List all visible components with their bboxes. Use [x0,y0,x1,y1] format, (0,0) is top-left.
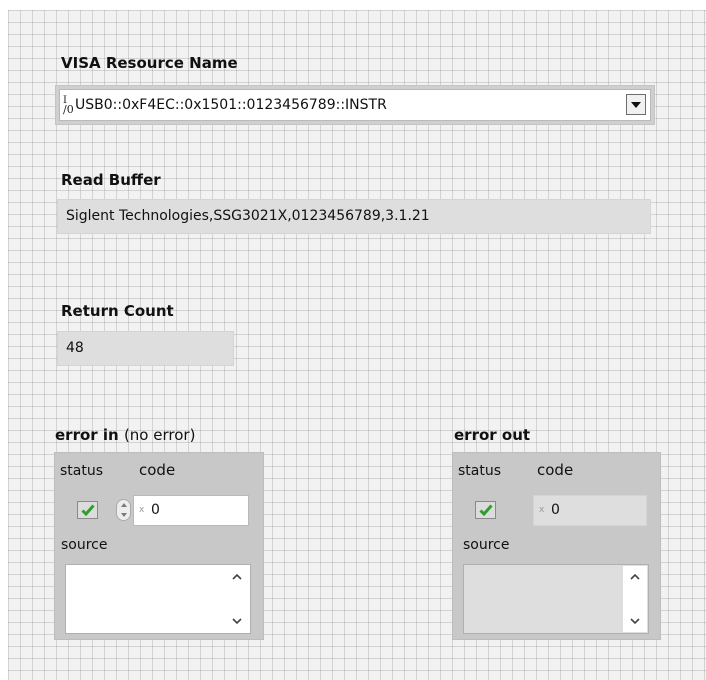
visa-resource-control[interactable]: I/0 USB0::0xF4EC::0x1501::0123456789::IN… [59,89,651,121]
visa-resource-value: USB0::0xF4EC::0x1501::0123456789::INSTR [75,97,387,113]
scroll-up-icon[interactable] [623,567,647,587]
scroll-up-icon[interactable] [225,567,249,587]
scroll-down-icon[interactable] [225,611,249,631]
spinner-arrows-icon [120,503,127,517]
error-in-code-value: 0 [151,502,160,518]
read-buffer-label: Read Buffer [61,171,161,189]
dropdown-arrow-icon[interactable] [626,94,646,115]
error-out-source-label: source [463,537,510,553]
error-in-source-text[interactable] [65,564,251,634]
error-in-source-label: source [61,537,108,553]
return-count-value: 48 [66,340,84,356]
error-out-label: error out [454,426,531,444]
error-in-label: error in (no error) [55,426,195,444]
error-in-title: error in [55,426,119,444]
return-count-label: Return Count [61,302,174,320]
error-out-status-led [475,501,496,519]
error-in-source-scrollbar[interactable] [225,566,249,632]
error-out-cluster: status code x 0 source [452,452,661,640]
visa-resource-frame: I/0 USB0::0xF4EC::0x1501::0123456789::IN… [55,85,655,125]
error-in-note: (no error) [123,426,196,444]
read-buffer-indicator: Siglent Technologies,SSG3021X,0123456789… [57,199,651,234]
green-check-icon [478,504,493,516]
green-check-icon [80,504,95,516]
error-out-code-label: code [537,461,574,479]
error-out-source-text [463,564,649,634]
io-glyph-icon: I/0 [63,95,74,116]
scroll-down-icon[interactable] [623,611,647,631]
error-out-status-label: status [458,463,502,479]
error-out-code-value: 0 [551,502,560,518]
error-in-code-input[interactable]: x 0 [133,495,249,526]
visa-resource-label: VISA Resource Name [61,54,238,72]
error-out-code-indicator: x 0 [533,495,647,526]
error-out-source-scrollbar[interactable] [623,566,647,632]
error-in-cluster: status code x 0 source [54,452,264,640]
error-in-status-led[interactable] [77,501,98,519]
front-panel: VISA Resource Name I/0 USB0::0xF4EC::0x1… [8,10,706,680]
error-in-status-label: status [60,463,104,479]
radix-marker: x [139,505,145,515]
read-buffer-value: Siglent Technologies,SSG3021X,0123456789… [66,208,430,224]
error-in-code-label: code [139,461,176,479]
error-in-code-spinner[interactable] [116,499,131,521]
radix-marker: x [539,505,545,515]
return-count-indicator: 48 [57,331,234,366]
